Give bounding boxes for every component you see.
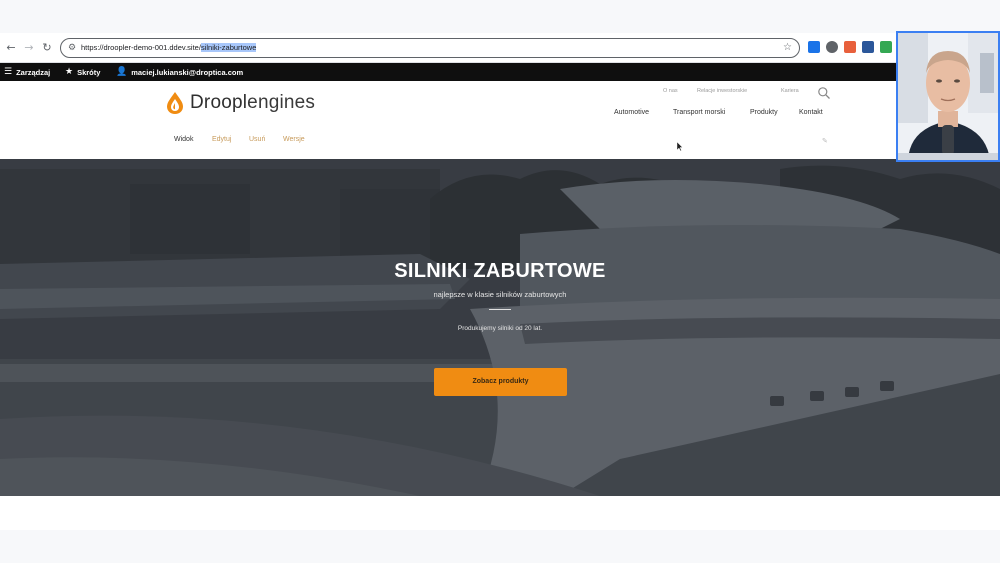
forward-icon[interactable]: → bbox=[22, 41, 36, 55]
admin-toolbar: ☰ Zarządzaj ★ Skróty 👤 maciej.lukianski@dro… bbox=[0, 63, 900, 81]
user-label: maciej.lukianski@droptica.com bbox=[131, 67, 244, 77]
site-info-icon[interactable]: ⚙ bbox=[68, 42, 76, 54]
presenter-video bbox=[898, 33, 998, 160]
hero-title: SILNIKI ZABURTOWE bbox=[394, 260, 606, 282]
shortcuts-label: Skróty bbox=[77, 67, 101, 77]
webcam-overlay bbox=[896, 31, 1000, 162]
bookmark-star-icon[interactable]: ☆ bbox=[783, 41, 792, 55]
util-link-careers[interactable]: Kariera bbox=[781, 88, 799, 94]
back-icon[interactable]: ← bbox=[4, 41, 18, 55]
tab-revisions[interactable]: Wersje bbox=[283, 136, 305, 143]
logo-primary: Droopl bbox=[190, 92, 248, 113]
site-logo[interactable]: Drooplengines bbox=[165, 90, 315, 116]
hamburger-icon: ☰ bbox=[4, 67, 13, 77]
url-base: https://droopler-demo-001.ddev.site/ bbox=[81, 43, 201, 52]
logo-secondary: engines bbox=[247, 92, 316, 113]
nav-products[interactable]: Produkty bbox=[750, 109, 778, 116]
browser-toolbar: ← → ↻ ⚙ https://droopler-demo-001.ddev.s… bbox=[0, 33, 1000, 63]
nav-marine-transport[interactable]: Transport morski bbox=[673, 109, 725, 116]
see-products-button[interactable]: Zobacz produkty bbox=[434, 368, 567, 396]
tab-view[interactable]: Widok bbox=[174, 136, 193, 143]
hero-divider bbox=[489, 309, 511, 310]
hero-note: Produkujemy silniki od 20 lat. bbox=[457, 325, 543, 332]
top-margin bbox=[0, 0, 1000, 33]
url-text[interactable]: https://droopler-demo-001.ddev.site/siln… bbox=[81, 42, 257, 54]
address-bar[interactable]: ⚙ https://droopler-demo-001.ddev.site/si… bbox=[60, 38, 800, 58]
drop-logo-icon bbox=[167, 92, 183, 114]
shortcuts-menu[interactable]: ★ Skróty bbox=[65, 63, 100, 81]
tab-edit[interactable]: Edytuj bbox=[212, 136, 231, 143]
reload-icon[interactable]: ↻ bbox=[40, 41, 54, 55]
nav-contact[interactable]: Kontakt bbox=[799, 109, 823, 116]
util-link-about[interactable]: O nas bbox=[663, 88, 678, 94]
star-icon: ★ bbox=[65, 67, 74, 77]
screen: ← → ↻ ⚙ https://droopler-demo-001.ddev.s… bbox=[0, 0, 1000, 563]
contextual-edit-icon[interactable]: ✎ bbox=[822, 137, 828, 145]
user-menu[interactable]: 👤 maciej.lukianski@droptica.com bbox=[116, 63, 243, 81]
hero-banner: SILNIKI ZABURTOWE najlepsze w klasie sil… bbox=[0, 159, 1000, 496]
url-selection: silniki-zaburtowe bbox=[200, 43, 257, 52]
util-link-investors[interactable]: Relacje inwestorskie bbox=[697, 88, 747, 94]
nav-automotive[interactable]: Automotive bbox=[614, 109, 649, 116]
site-header: Drooplengines O nas Relacje inwestorskie… bbox=[0, 81, 900, 159]
extension-icon-3[interactable] bbox=[844, 41, 856, 53]
user-icon: 👤 bbox=[116, 67, 128, 77]
manage-menu[interactable]: ☰ Zarządzaj bbox=[4, 63, 50, 81]
extension-icon-1[interactable] bbox=[808, 41, 820, 53]
extension-icon-4[interactable] bbox=[862, 41, 874, 53]
search-icon[interactable] bbox=[817, 86, 831, 100]
hero-subtitle: najlepsze w klasie silników zaburtowych bbox=[433, 290, 567, 299]
hero-content: SILNIKI ZABURTOWE najlepsze w klasie sil… bbox=[0, 159, 1000, 496]
extension-icon-5[interactable] bbox=[880, 41, 892, 53]
tab-delete[interactable]: Usuń bbox=[249, 136, 265, 143]
logo-text: Drooplengines bbox=[190, 92, 315, 114]
extension-icon-2[interactable] bbox=[826, 41, 838, 53]
manage-label: Zarządzaj bbox=[16, 67, 51, 77]
bottom-margin bbox=[0, 530, 1000, 563]
mouse-cursor-icon bbox=[677, 142, 683, 151]
